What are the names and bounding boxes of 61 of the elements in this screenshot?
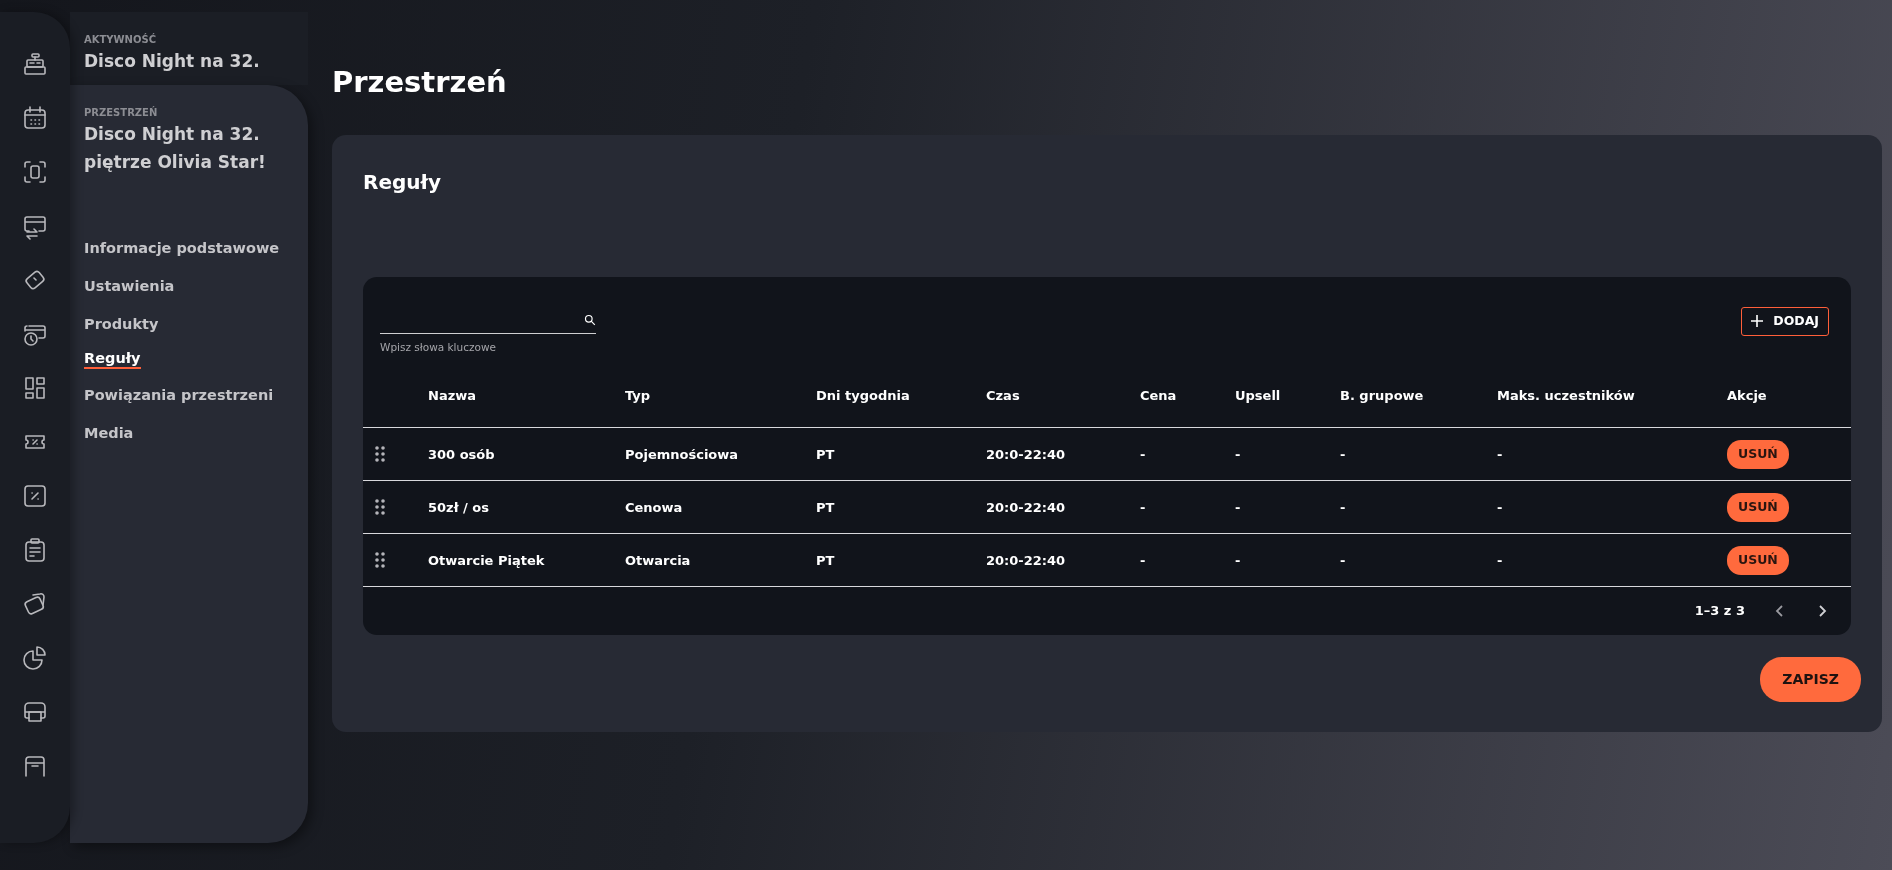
section-label: AKTYWNOŚĆ — [84, 32, 157, 47]
add-button[interactable]: DODAJ — [1741, 307, 1829, 336]
delete-button[interactable]: USUŃ — [1727, 545, 1789, 575]
table-cell: Otwarcia — [625, 552, 691, 568]
table-cell: 50zł / os — [428, 499, 489, 515]
save-button[interactable]: ZAPISZ — [1760, 656, 1861, 702]
delete-button[interactable]: USUŃ — [1727, 439, 1789, 469]
section-title: Reguły — [363, 169, 442, 196]
cash-register-icon[interactable] — [21, 50, 49, 78]
table-cell: 20:0-22:40 — [986, 499, 1066, 515]
table-cell: - — [1235, 446, 1241, 462]
column-header: Akcje — [1727, 387, 1767, 403]
nav-link[interactable]: Produkty — [84, 313, 159, 336]
column-header: Cena — [1140, 387, 1177, 403]
pagination-range: 1–3 z 3 — [1694, 602, 1745, 621]
column-header: Upsell — [1235, 387, 1281, 403]
column-header: Typ — [625, 387, 651, 403]
table-cell: - — [1235, 499, 1241, 515]
space-name: Disco Night na 32. piętrze Olivia Star! — [84, 123, 267, 175]
table-cell: - — [1140, 446, 1146, 462]
column-header: Dni tygodnia — [816, 387, 910, 403]
table-cell: - — [1340, 499, 1346, 515]
pie-chart-icon[interactable] — [21, 644, 49, 672]
drag-handle-icon[interactable] — [375, 552, 385, 569]
table-cell: - — [1140, 552, 1146, 568]
table-cell: 300 osób — [428, 446, 495, 462]
table-cell: - — [1235, 552, 1241, 568]
activity-name: Disco Night na 32. — [84, 50, 261, 73]
page-title: Przestrzeń — [332, 68, 508, 97]
table-cell: - — [1340, 552, 1346, 568]
column-header: Czas — [986, 387, 1020, 403]
nav-link[interactable]: Powiązania przestrzeni — [84, 385, 274, 408]
nav-link[interactable]: Media — [84, 423, 134, 445]
table-cell: 20:0-22:40 — [986, 446, 1066, 462]
plus-icon — [1751, 315, 1764, 328]
column-header: Maks. uczestników — [1497, 387, 1635, 403]
table-cell: Otwarcie Piątek — [428, 552, 545, 568]
table-cell: PT — [816, 552, 835, 568]
nav-link[interactable]: Informacje podstawowe — [84, 238, 280, 260]
table-cell: - — [1140, 499, 1146, 515]
drag-handle-icon[interactable] — [375, 446, 385, 463]
table-cell: Cenowa — [625, 499, 683, 515]
column-header: Nazwa — [428, 387, 476, 403]
section-label: PRZESTRZEŃ — [84, 105, 159, 121]
helper-text: Wpisz słowa kluczowe — [380, 340, 497, 355]
scan-icon[interactable] — [21, 158, 49, 186]
nav-link[interactable]: Ustawienia — [84, 275, 175, 298]
table-cell: - — [1497, 446, 1503, 462]
table-cell: 20:0-22:40 — [986, 552, 1066, 568]
nav-link[interactable]: Reguły — [84, 351, 141, 370]
table-cell: - — [1497, 552, 1503, 568]
table-cell: - — [1497, 499, 1503, 515]
table-cell: PT — [816, 499, 835, 515]
column-header: B. grupowe — [1340, 387, 1424, 403]
percent-icon[interactable] — [21, 482, 49, 510]
drag-handle-icon[interactable] — [375, 499, 385, 516]
calendar-icon[interactable] — [21, 104, 49, 132]
table-cell: Pojemnościowa — [625, 446, 739, 462]
table-cell: - — [1340, 446, 1346, 462]
table-cell: PT — [816, 446, 835, 462]
delete-button[interactable]: USUŃ — [1727, 492, 1789, 522]
